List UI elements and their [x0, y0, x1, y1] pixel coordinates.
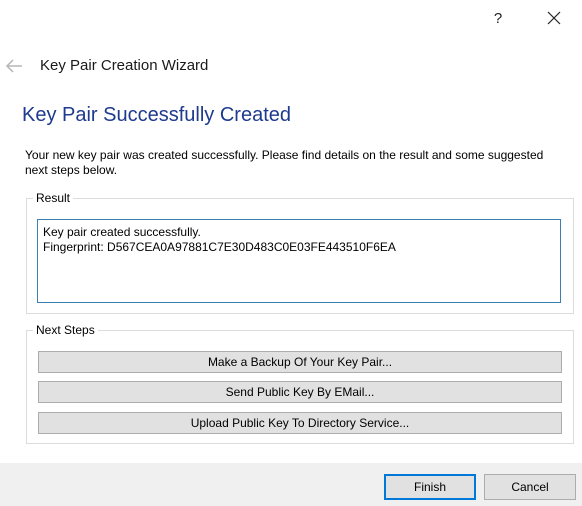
close-icon	[547, 11, 561, 25]
cancel-button[interactable]: Cancel	[484, 474, 576, 500]
result-group: Result Key pair created successfully. Fi…	[26, 191, 574, 314]
title-bar: ?	[0, 0, 582, 36]
next-steps-group: Next Steps Make a Backup Of Your Key Pai…	[26, 323, 574, 444]
next-steps-group-label: Next Steps	[33, 323, 98, 337]
wizard-title: Key Pair Creation Wizard	[40, 57, 209, 74]
result-group-label: Result	[33, 191, 74, 205]
back-arrow-icon[interactable]	[4, 56, 24, 76]
result-text-box[interactable]: Key pair created successfully. Fingerpri…	[37, 219, 561, 303]
send-public-key-email-button[interactable]: Send Public Key By EMail...	[38, 381, 562, 403]
finish-button[interactable]: Finish	[384, 474, 476, 500]
footer-bar: Finish Cancel	[0, 463, 582, 506]
page-title: Key Pair Successfully Created	[22, 104, 292, 126]
page-description: Your new key pair was created successful…	[25, 148, 544, 177]
upload-public-key-directory-button[interactable]: Upload Public Key To Directory Service..…	[38, 412, 562, 434]
wizard-header: Key Pair Creation Wizard	[0, 48, 582, 84]
wizard-window: ? Key Pair Creation Wizard Key Pair Succ…	[0, 0, 582, 506]
help-button[interactable]: ?	[476, 4, 520, 32]
backup-key-pair-button[interactable]: Make a Backup Of Your Key Pair...	[38, 351, 562, 373]
close-button[interactable]	[532, 4, 576, 32]
